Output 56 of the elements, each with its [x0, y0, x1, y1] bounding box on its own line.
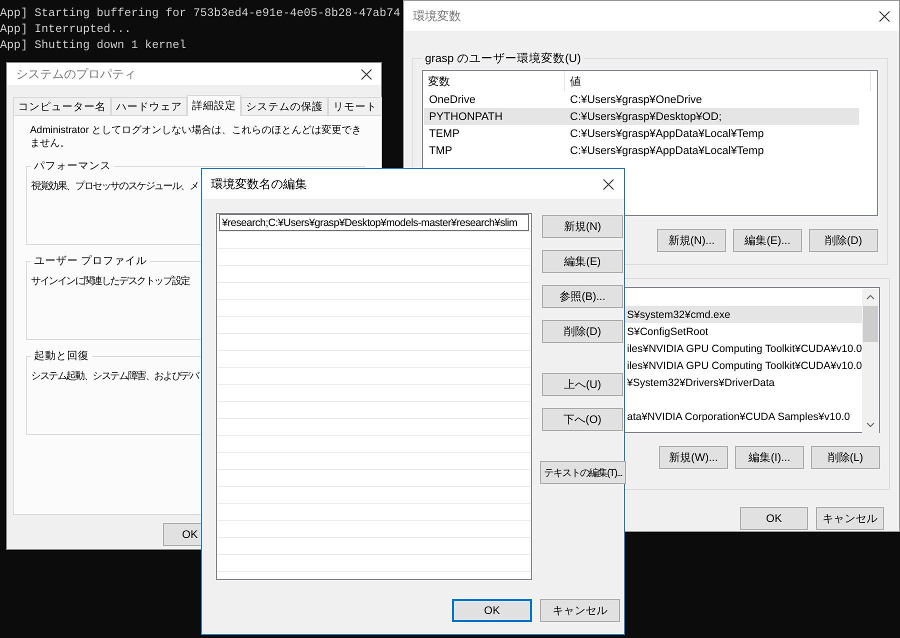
- dialog-button[interactable]: 新規(N)...: [657, 229, 726, 252]
- dialog-button[interactable]: 編集(E): [542, 250, 623, 273]
- tab[interactable]: システムの保護: [241, 97, 328, 115]
- group-description: サインインに関連したデスクトップ設定: [31, 274, 190, 288]
- dialog-button[interactable]: キャンセル: [816, 507, 884, 530]
- tab[interactable]: リモート: [328, 97, 382, 115]
- dialog-button[interactable]: 新規(W)...: [659, 446, 728, 469]
- column-header[interactable]: 変数: [423, 71, 565, 91]
- window-title: 環境変数: [413, 8, 461, 24]
- group-description: システム起動、システム障害、およびデバ: [31, 370, 198, 383]
- group-label: grasp のユーザー環境変数(U): [424, 51, 582, 66]
- window-title: システムのプロパティ: [16, 66, 136, 82]
- variable-value: C:¥Users¥grasp¥AppData¥Local¥Temp: [569, 144, 764, 156]
- variable-name: TEMP: [428, 128, 461, 140]
- tab[interactable]: 詳細設定: [187, 95, 241, 116]
- group-label: ユーザー プロファイル: [33, 254, 148, 268]
- variable-value: C:¥Users¥grasp¥Desktop¥OD;: [569, 110, 722, 122]
- notice-text: Administrator としてログオンしない場合は、これらのほとんどは変更できません。: [29, 124, 363, 150]
- console-line: App] Interrupted...: [0, 22, 132, 38]
- close-icon[interactable]: [361, 68, 372, 80]
- variable-value: C:¥Users¥grasp¥AppData¥Local¥Temp: [569, 128, 764, 140]
- dialog-button[interactable]: 削除(L): [811, 446, 880, 469]
- dialog-button[interactable]: OK: [740, 507, 808, 530]
- dialog-button[interactable]: 下へ(O): [542, 408, 623, 431]
- window-title: 環境変数名の編集: [211, 176, 307, 192]
- text-field[interactable]: ¥research;C:¥Users¥grasp¥Desktop¥models-master¥research¥slim: [219, 214, 529, 231]
- console-line: App] Starting buffering for 753b3ed4-e91e-4e05-8b28-47ab74: [0, 6, 400, 22]
- dialog-button[interactable]: 上へ(U): [542, 373, 623, 396]
- dialog-button[interactable]: 新規(N): [542, 215, 623, 238]
- group-description: 視覚効果、プロセッサのスケジュール、メ: [31, 180, 198, 193]
- dialog-button[interactable]: 参照(B)...: [542, 285, 623, 308]
- path-list[interactable]: ¥research;C:¥Users¥grasp¥Desktop¥models-master¥research¥slim: [216, 213, 532, 580]
- dialog-button[interactable]: 削除(D): [809, 229, 878, 252]
- dialog-button[interactable]: 削除(D): [542, 320, 623, 343]
- close-icon[interactable]: [879, 10, 890, 22]
- list-row[interactable]: PYTHONPATH C:¥Users¥grasp¥Desktop¥OD;: [424, 108, 859, 125]
- variable-value: C:¥Users¥grasp¥OneDrive: [569, 94, 702, 106]
- list-row[interactable]: TMP C:¥Users¥grasp¥AppData¥Local¥Temp: [424, 142, 859, 159]
- console-line: App] Shutting down 1 kernel: [0, 38, 188, 54]
- dialog-button[interactable]: OK: [452, 599, 532, 622]
- dialog-button[interactable]: 編集(E)...: [733, 229, 802, 252]
- list-row[interactable]: OneDrive C:¥Users¥grasp¥OneDrive: [424, 91, 859, 108]
- variable-name: PYTHONPATH: [428, 110, 504, 122]
- column-header[interactable]: 値: [565, 71, 871, 91]
- close-icon[interactable]: [603, 178, 614, 190]
- dialog-button[interactable]: テキストの編集(T)...: [540, 461, 626, 484]
- tab[interactable]: ハードウェア: [111, 97, 187, 115]
- variable-name: TMP: [428, 144, 454, 156]
- group-label: パフォーマンス: [33, 159, 112, 173]
- variable-name: OneDrive: [428, 94, 476, 106]
- scrollbar[interactable]: [862, 289, 879, 433]
- tab[interactable]: コンピューター名: [13, 97, 111, 115]
- dialog-button[interactable]: キャンセル: [540, 599, 620, 622]
- list-row[interactable]: TEMP C:¥Users¥grasp¥AppData¥Local¥Temp: [424, 125, 859, 142]
- group-label: 起動と回復: [33, 349, 90, 363]
- dialog-button[interactable]: 編集(I)...: [735, 446, 804, 469]
